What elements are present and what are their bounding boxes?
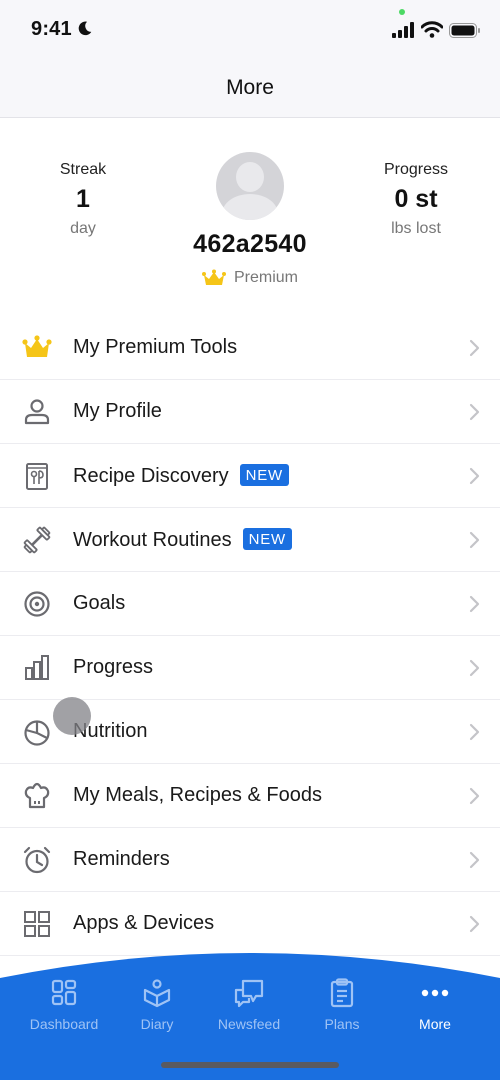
chevron-right-icon: [469, 595, 480, 612]
target-icon: [21, 588, 53, 620]
diary-icon: [143, 979, 171, 1008]
streak-label: Streak: [59, 161, 107, 178]
tab-label: More: [419, 1016, 451, 1032]
chevron-right-icon: [469, 915, 480, 932]
membership-label: Premium: [233, 269, 298, 286]
default-avatar-icon: [236, 162, 264, 192]
menu-item-label: Workout Routines NEW: [73, 527, 292, 552]
menu-item-label: Progress: [73, 656, 154, 678]
chevron-right-icon: [469, 403, 480, 420]
grid-icon: [21, 908, 53, 940]
menu-item-recipe-discovery[interactable]: Recipe Discovery NEW: [0, 444, 500, 508]
tab-more[interactable]: More: [385, 978, 485, 1032]
dumbbell-icon: [21, 524, 53, 556]
membership-badge: Premium: [0, 269, 500, 287]
menu-item-label-text: Recipe Discovery: [73, 464, 229, 487]
streak-stat: Streak 1 day: [13, 161, 153, 238]
tab-bar: Dashboard Diary Newsfeed Plans More: [0, 948, 500, 1080]
tab-dashboard[interactable]: Dashboard: [14, 978, 114, 1032]
tab-label: Plans: [324, 1016, 360, 1032]
new-badge: NEW: [239, 463, 290, 486]
tab-label: Diary: [140, 1016, 174, 1032]
chevron-right-icon: [469, 659, 480, 676]
menu-item-workout-routines[interactable]: Workout Routines NEW: [0, 508, 500, 572]
chevron-right-icon: [469, 339, 480, 356]
progress-stat: Progress 0 st lbs lost: [346, 161, 486, 238]
menu-item-label-text: Workout Routines: [73, 528, 232, 551]
menu-item-label: Reminders: [73, 848, 170, 870]
bar-chart-icon: [21, 652, 53, 684]
menu-item-label: Apps & Devices: [73, 912, 215, 934]
menu-item-reminders[interactable]: Reminders: [0, 828, 500, 892]
tab-diary[interactable]: Diary: [107, 978, 207, 1032]
cellular-signal-icon: [392, 22, 414, 38]
menu-item-my-profile[interactable]: My Profile: [0, 380, 500, 444]
more-dots-icon: [421, 989, 449, 997]
menu-item-label: Goals: [73, 592, 126, 614]
person-icon: [21, 396, 53, 428]
crown-icon: [21, 332, 53, 364]
home-indicator[interactable]: [161, 1062, 339, 1068]
touch-indicator: [53, 697, 91, 735]
chevron-right-icon: [469, 851, 480, 868]
alarm-clock-icon: [21, 844, 53, 876]
camera-indicator-dot: [399, 9, 405, 15]
wifi-icon: [421, 21, 443, 38]
menu-item-label: My Profile: [73, 400, 162, 422]
avatar-body-shape: [222, 194, 278, 220]
clipboard-icon: [330, 978, 354, 1008]
status-bar: 9:41: [0, 0, 500, 60]
menu-item-apps-devices[interactable]: Apps & Devices: [0, 892, 500, 956]
chevron-right-icon: [469, 787, 480, 804]
moon-icon: [78, 21, 92, 36]
nav-header: More: [0, 60, 500, 118]
progress-unit: lbs lost: [391, 220, 441, 237]
status-time: 9:41: [31, 18, 72, 40]
recipe-book-icon: [21, 460, 53, 492]
new-badge: NEW: [242, 527, 292, 550]
tab-label: Newsfeed: [217, 1016, 281, 1032]
profile-summary: Streak 1 day 462a2540 Premium Progress 0…: [0, 118, 500, 316]
tab-newsfeed[interactable]: Newsfeed: [199, 978, 299, 1032]
pie-chart-icon: [21, 716, 53, 748]
menu-item-my-meals-recipes-foods[interactable]: My Meals, Recipes & Foods: [0, 764, 500, 828]
tab-plans[interactable]: Plans: [292, 978, 392, 1032]
menu-item-my-premium-tools[interactable]: My Premium Tools: [0, 316, 500, 380]
menu-item-label: My Meals, Recipes & Foods: [73, 784, 322, 806]
chef-hat-icon: [21, 780, 53, 812]
more-menu: My Premium Tools My Profile Recipe Disco…: [0, 316, 500, 956]
avatar[interactable]: [216, 152, 284, 220]
menu-item-progress[interactable]: Progress: [0, 636, 500, 700]
progress-label: Progress: [383, 161, 449, 178]
progress-value: 0 st: [394, 185, 438, 213]
page-title: More: [226, 76, 274, 99]
crown-icon: [201, 269, 226, 285]
menu-item-label: Recipe Discovery NEW: [73, 463, 290, 488]
chevron-right-icon: [469, 723, 480, 740]
menu-item-label: My Premium Tools: [73, 336, 238, 358]
tab-label: Dashboard: [29, 1016, 99, 1032]
streak-value: 1: [76, 185, 90, 213]
chevron-right-icon: [469, 467, 480, 484]
battery-icon: [449, 23, 480, 38]
menu-item-goals[interactable]: Goals: [0, 572, 500, 636]
newsfeed-icon: [234, 979, 264, 1008]
dashboard-icon: [51, 979, 77, 1006]
chevron-right-icon: [469, 531, 480, 548]
